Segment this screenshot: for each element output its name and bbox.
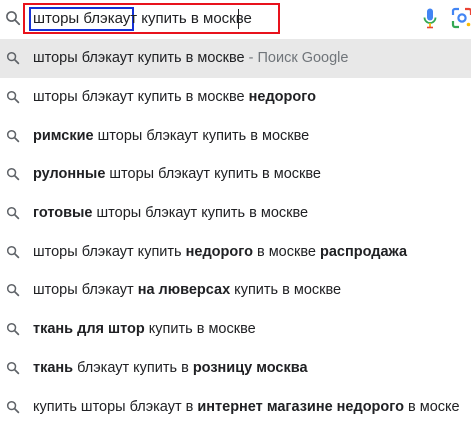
search-icon bbox=[6, 90, 20, 104]
suggestion-part: шторы блэкаут купить в москве bbox=[93, 127, 310, 144]
suggestion-part: шторы блэкаут купить bbox=[33, 243, 186, 260]
suggestion-item[interactable]: шторы блэкаут купить в москве недорого bbox=[0, 78, 471, 117]
suggestion-part: блэкаут купить в bbox=[73, 359, 193, 376]
suggestion-item[interactable]: готовые шторы блэкаут купить в москве bbox=[0, 194, 471, 233]
suggestion-part: шторы блэкаут bbox=[33, 282, 138, 299]
search-icon bbox=[6, 323, 20, 336]
suggestion-text: шторы блэкаут на люверсах купить в москв… bbox=[33, 282, 341, 298]
suggestion-bold-part: интернет магазине недорого bbox=[197, 398, 404, 415]
search-icon bbox=[6, 52, 20, 65]
suggestion-bold-part: рулонные bbox=[33, 166, 106, 183]
search-icon bbox=[6, 245, 20, 259]
suggestion-list: шторы блэкаут купить в москве - Поиск Go… bbox=[0, 39, 471, 426]
suggestion-part: шторы блэкаут купить в москве bbox=[105, 166, 322, 183]
suggestion-text: шторы блэкаут купить в москве недорого bbox=[33, 89, 316, 105]
search-icon bbox=[6, 400, 20, 413]
suggestion-bold-part: распродажа bbox=[319, 243, 408, 260]
search-icon bbox=[6, 361, 20, 375]
suggestion-bold-part: розницу москва bbox=[192, 359, 308, 376]
suggestion-item[interactable]: купить шторы блэкаут в интернет магазине… bbox=[0, 387, 471, 426]
suggestion-item[interactable]: римские шторы блэкаут купить в москве bbox=[0, 116, 471, 155]
suggestion-text: рулонные шторы блэкаут купить в москве bbox=[33, 166, 321, 182]
suggestion-item[interactable]: шторы блэкаут на люверсах купить в москв… bbox=[0, 271, 471, 310]
suggestion-item[interactable]: ткань блэкаут купить в розницу москва bbox=[0, 349, 471, 388]
suggestion-part: купить в москве bbox=[230, 282, 342, 299]
suggestion-item[interactable]: шторы блэкаут купить в москве - Поиск Go… bbox=[0, 39, 471, 78]
suggestion-part: купить в москве bbox=[144, 321, 256, 338]
search-icon bbox=[6, 168, 20, 181]
suggestion-bold-part: на люверсах bbox=[137, 282, 231, 299]
suggestion-part: в москве bbox=[252, 243, 320, 260]
search-icon bbox=[6, 207, 20, 220]
suggestion-bold-part: римские bbox=[33, 127, 94, 144]
suggestion-text: шторы блэкаут купить в москве - Поиск Go… bbox=[33, 50, 348, 66]
suggestion-part: шторы блэкаут купить в москве bbox=[92, 205, 309, 222]
suggestion-part: купить шторы блэкаут в bbox=[33, 398, 198, 415]
suggestion-text: шторы блэкаут купить недорого в москве р… bbox=[33, 244, 407, 260]
suggestion-text: ткань блэкаут купить в розницу москва bbox=[33, 360, 308, 376]
camera-lens-icon[interactable] bbox=[451, 7, 471, 29]
suggestion-text: ткань для штор купить в москве bbox=[33, 321, 256, 337]
suggestion-bold-part: готовые bbox=[33, 205, 93, 222]
suggestion-part: шторы блэкаут купить в москве bbox=[33, 50, 245, 67]
search-icon bbox=[6, 129, 20, 142]
suggestion-item[interactable]: ткань для штор купить в москве bbox=[0, 310, 471, 349]
suggestion-bold-part: недорого bbox=[248, 89, 316, 106]
suggestion-bold-part: недорого bbox=[185, 243, 253, 260]
suggestion-text: римские шторы блэкаут купить в москве bbox=[33, 128, 309, 144]
search-icon bbox=[6, 284, 20, 297]
text-caret bbox=[238, 9, 239, 29]
suggestion-item[interactable]: рулонные шторы блэкаут купить в москве bbox=[0, 155, 471, 194]
suggestion-text: готовые шторы блэкаут купить в москве bbox=[33, 205, 308, 221]
suggestion-bold-part: ткань bbox=[33, 359, 74, 376]
suggestion-bold-part: ткань для штор bbox=[33, 321, 145, 338]
suggestion-suffix: - Поиск Google bbox=[244, 50, 349, 67]
suggestion-item[interactable]: шторы блэкаут купить недорого в москве р… bbox=[0, 232, 471, 271]
suggestion-part: в моске bbox=[403, 398, 460, 415]
search-icon bbox=[6, 11, 21, 26]
suggestion-part: шторы блэкаут купить в москве bbox=[33, 89, 249, 106]
suggestion-text: купить шторы блэкаут в интернет магазине… bbox=[33, 399, 460, 415]
search-input[interactable]: шторы блэкаут купить в москве bbox=[33, 9, 252, 29]
microphone-icon[interactable] bbox=[423, 8, 437, 29]
search-bar: шторы блэкаут купить в москве bbox=[0, 0, 471, 38]
